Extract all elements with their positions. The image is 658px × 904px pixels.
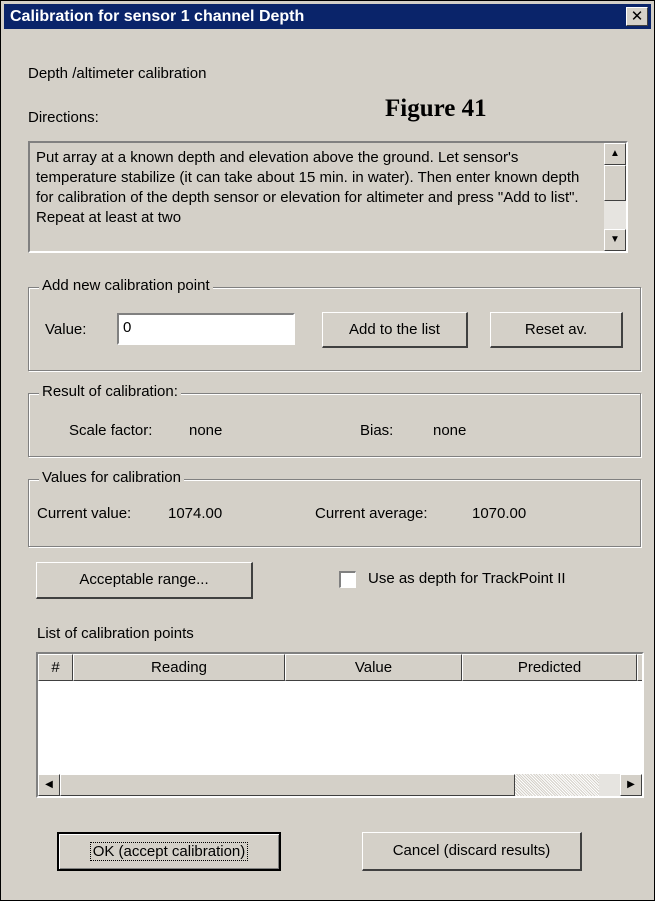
current-average-value: 1070.00 bbox=[472, 505, 527, 522]
add-point-group-label: Add new calibration point bbox=[39, 277, 213, 294]
calibration-points-list[interactable]: # Reading Value Predicted ◀ ▶ bbox=[36, 652, 644, 798]
reset-average-button[interactable]: Reset av. bbox=[490, 312, 623, 348]
close-icon[interactable]: ✕ bbox=[626, 7, 648, 26]
column-header-extra bbox=[637, 654, 642, 681]
scroll-right-icon[interactable]: ▶ bbox=[620, 774, 642, 796]
window-title: Calibration for sensor 1 channel Depth bbox=[10, 8, 305, 25]
directions-scrollbar[interactable]: ▲ ▼ bbox=[604, 143, 626, 251]
ok-button[interactable]: OK (accept calibration) bbox=[57, 832, 281, 871]
list-label: List of calibration points bbox=[37, 625, 194, 642]
ok-button-label: OK (accept calibration) bbox=[89, 842, 249, 861]
current-value-label: Current value: bbox=[37, 505, 132, 522]
figure-label: Figure 41 bbox=[385, 95, 487, 122]
scale-factor-label: Scale factor: bbox=[69, 422, 153, 439]
column-header-number[interactable]: # bbox=[38, 654, 73, 681]
trackpoint-checkbox[interactable] bbox=[339, 571, 356, 588]
list-horizontal-scrollbar[interactable]: ◀ ▶ bbox=[38, 774, 642, 796]
acceptable-range-button[interactable]: Acceptable range... bbox=[36, 562, 253, 599]
horizontal-scroll-track[interactable] bbox=[515, 774, 599, 796]
directions-textbox[interactable]: Put array at a known depth and elevation… bbox=[28, 141, 628, 253]
horizontal-scroll-thumb[interactable] bbox=[60, 774, 515, 796]
scroll-thumb[interactable] bbox=[604, 165, 626, 201]
scroll-left-icon[interactable]: ◀ bbox=[38, 774, 60, 796]
scroll-up-icon[interactable]: ▲ bbox=[604, 143, 626, 165]
trackpoint-checkbox-label[interactable]: Use as depth for TrackPoint II bbox=[368, 570, 566, 587]
value-label: Value: bbox=[45, 321, 87, 338]
column-header-value[interactable]: Value bbox=[285, 654, 462, 681]
current-average-label: Current average: bbox=[315, 505, 428, 522]
values-group-label: Values for calibration bbox=[39, 469, 184, 486]
current-value: 1074.00 bbox=[168, 505, 223, 522]
bias-value: none bbox=[433, 422, 467, 439]
column-header-predicted[interactable]: Predicted bbox=[462, 654, 637, 681]
directions-label: Directions: bbox=[28, 109, 99, 126]
title-bar[interactable]: Calibration for sensor 1 channel Depth ✕ bbox=[4, 4, 651, 29]
column-header-reading[interactable]: Reading bbox=[73, 654, 285, 681]
directions-text: Put array at a known depth and elevation… bbox=[36, 149, 580, 226]
result-group-label: Result of calibration: bbox=[39, 383, 181, 400]
value-input[interactable]: 0 bbox=[117, 313, 295, 345]
scroll-down-icon[interactable]: ▼ bbox=[604, 229, 626, 251]
subtitle: Depth /altimeter calibration bbox=[28, 65, 207, 82]
cancel-button[interactable]: Cancel (discard results) bbox=[362, 832, 582, 871]
scale-factor-value: none bbox=[189, 422, 223, 439]
bias-label: Bias: bbox=[360, 422, 394, 439]
add-to-list-button[interactable]: Add to the list bbox=[322, 312, 468, 348]
calibration-dialog: Calibration for sensor 1 channel Depth ✕… bbox=[0, 0, 655, 901]
